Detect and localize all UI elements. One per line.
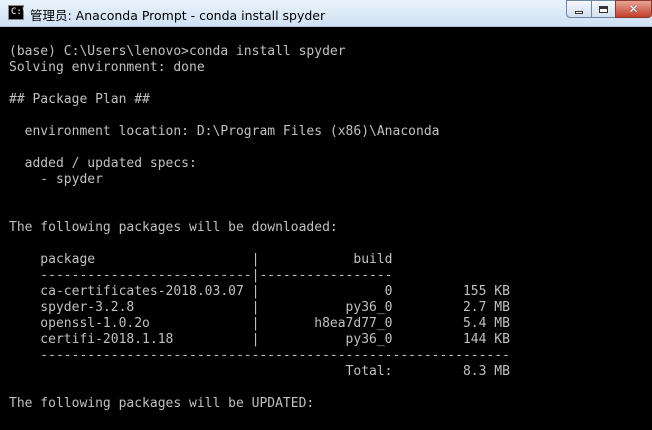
cmd-icon[interactable]: C:\	[8, 5, 28, 20]
close-button[interactable]: ✕	[615, 0, 652, 18]
console-line: Solving environment: done	[9, 60, 205, 75]
console-line: - spyder	[9, 172, 103, 187]
minimize-button[interactable]	[566, 0, 592, 18]
console-line: The following packages will be downloade…	[9, 220, 338, 235]
console-output[interactable]: (base) C:\Users\lenovo>conda install spy…	[0, 27, 652, 430]
console-line: spyder-3.2.8 | py36_0 2.7 MB	[9, 300, 510, 315]
console-line: ----------------------------------------…	[9, 348, 510, 363]
console-line: ---------------------------|------------…	[9, 268, 393, 283]
cmd-icon-text: C:\	[11, 7, 28, 17]
console-window: C:\ 管理员: Anaconda Prompt - conda install…	[0, 0, 652, 430]
title-bar[interactable]: C:\ 管理员: Anaconda Prompt - conda install…	[0, 0, 652, 27]
minimize-icon	[575, 10, 583, 14]
console-line: The following packages will be UPDATED:	[9, 396, 315, 411]
close-icon: ✕	[628, 2, 639, 16]
console-line: ## Package Plan ##	[9, 92, 150, 107]
console-line: package | build	[9, 252, 393, 267]
console-line: Total: 8.3 MB	[9, 364, 510, 379]
console-line: (base) C:\Users\lenovo>conda install spy…	[9, 44, 346, 59]
maximize-icon	[599, 5, 608, 13]
window-title: 管理员: Anaconda Prompt - conda install spy…	[30, 8, 326, 23]
console-line: ca-certificates-2018.03.07 | 0 155 KB	[9, 284, 510, 299]
maximize-button[interactable]	[591, 0, 616, 18]
console-line: environment location: D:\Program Files (…	[9, 124, 440, 139]
console-line: openssl-1.0.2o | h8ea7d77_0 5.4 MB	[9, 316, 510, 331]
console-line: added / updated specs:	[9, 156, 197, 171]
console-line: certifi-2018.1.18 | py36_0 144 KB	[9, 332, 510, 347]
